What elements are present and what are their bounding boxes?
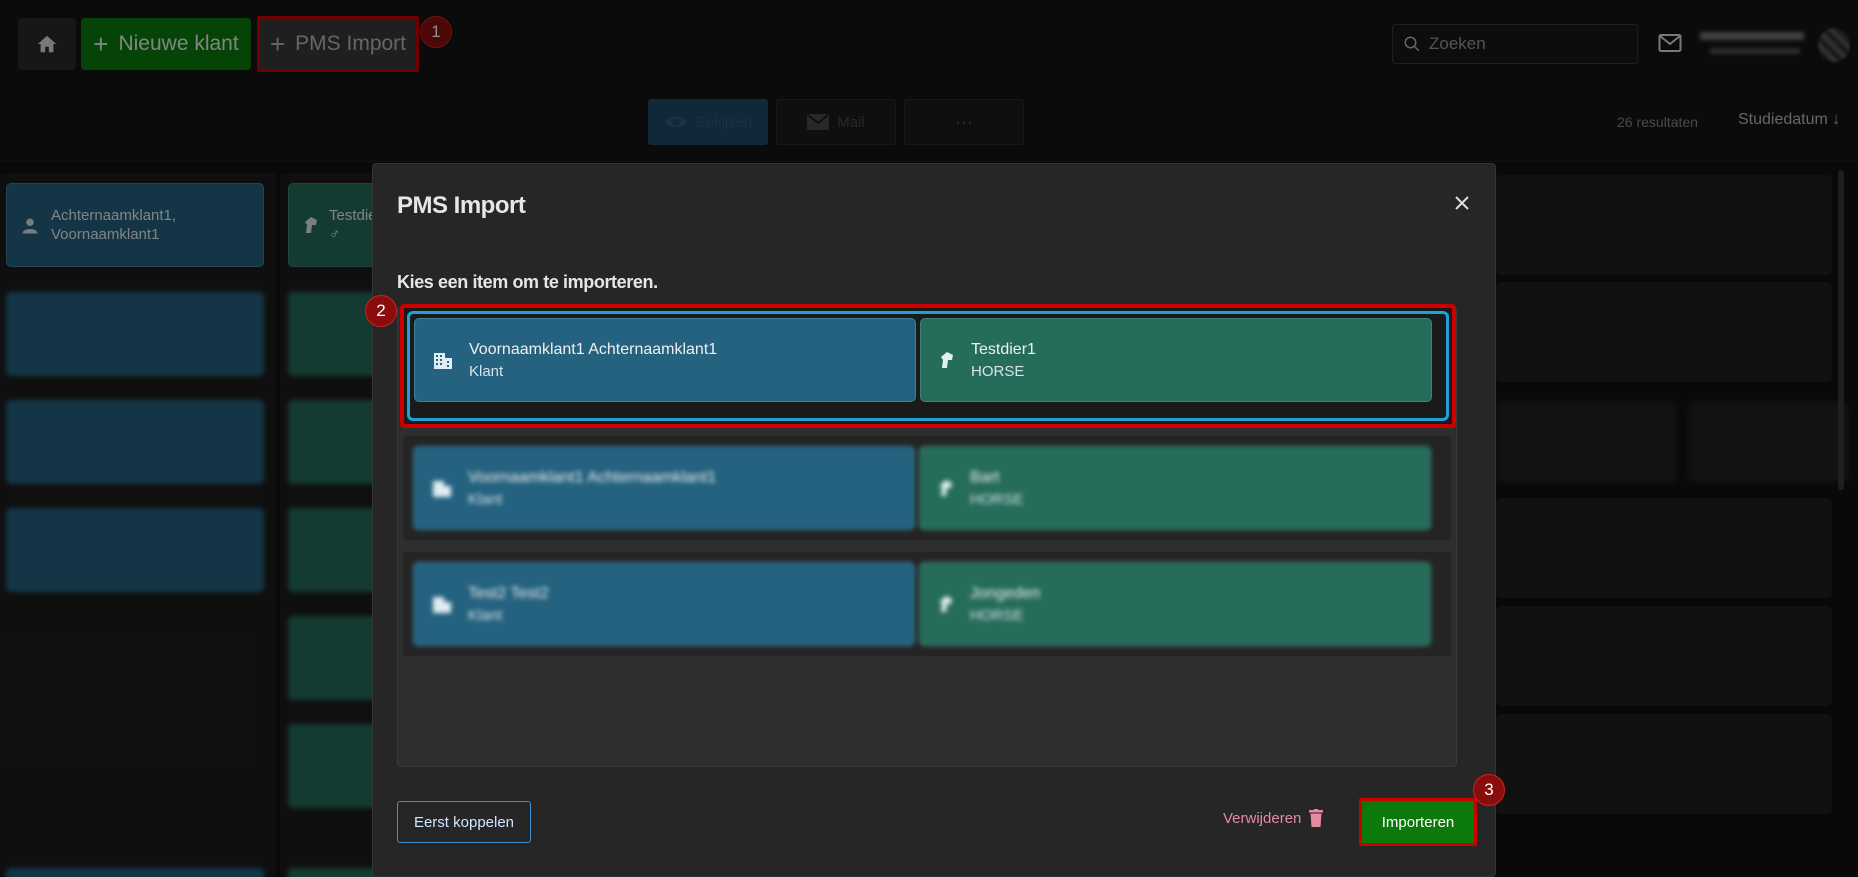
animal-item[interactable]: Bart HORSE bbox=[919, 446, 1431, 530]
trash-icon bbox=[1309, 809, 1324, 827]
dialog-instruction: Kies een item om te importeren. bbox=[397, 272, 658, 292]
import-button[interactable]: Importeren bbox=[1359, 798, 1477, 846]
animal-species: HORSE bbox=[971, 362, 1025, 380]
client-item[interactable]: Voornaamklant1 Achternaamklant1 Klant bbox=[414, 318, 916, 402]
animal-item[interactable]: Testdier1 HORSE bbox=[920, 318, 1432, 402]
dialog-title: PMS Import bbox=[397, 192, 526, 219]
client-name: Voornaamklant1 Achternaamklant1 bbox=[468, 468, 717, 486]
link-first-button[interactable]: Eerst koppelen bbox=[397, 801, 531, 843]
client-item[interactable]: Test2 Test2 Klant bbox=[413, 562, 915, 646]
building-icon bbox=[434, 353, 452, 369]
close-icon bbox=[1455, 196, 1469, 210]
client-type: Klant bbox=[468, 490, 503, 508]
import-list: Voornaamklant1 Achternaamklant1 Klant Te… bbox=[397, 304, 1457, 767]
animal-species: HORSE bbox=[970, 490, 1024, 508]
animal-name: Jongeden bbox=[970, 584, 1041, 602]
import-row-selected[interactable]: Voornaamklant1 Achternaamklant1 Klant Te… bbox=[400, 304, 1456, 428]
pms-import-dialog: PMS Import Kies een item om te importere… bbox=[365, 163, 1505, 877]
step-badge-2: 2 bbox=[365, 295, 397, 327]
building-icon bbox=[433, 481, 451, 497]
import-row[interactable]: Voornaamklant1 Achternaamklant1 Klant Ba… bbox=[403, 436, 1451, 540]
close-button[interactable] bbox=[1447, 188, 1477, 218]
client-type: Klant bbox=[469, 362, 504, 380]
horse-icon bbox=[941, 352, 953, 368]
step-badge-3: 3 bbox=[1473, 774, 1505, 806]
animal-name: Testdier1 bbox=[971, 340, 1036, 358]
client-name: Voornaamklant1 Achternaamklant1 bbox=[469, 340, 718, 358]
client-type: Klant bbox=[468, 606, 503, 624]
delete-button[interactable]: Verwijderen bbox=[1223, 809, 1324, 827]
client-item[interactable]: Voornaamklant1 Achternaamklant1 Klant bbox=[413, 446, 915, 530]
client-name: Test2 Test2 bbox=[468, 584, 549, 602]
animal-item[interactable]: Jongeden HORSE bbox=[919, 562, 1431, 646]
horse-icon bbox=[940, 596, 952, 612]
animal-species: HORSE bbox=[970, 606, 1024, 624]
import-row[interactable]: Test2 Test2 Klant Jongeden HORSE bbox=[403, 552, 1451, 656]
app-root: + Nieuwe klant + PMS Import 1 Bekijken M… bbox=[0, 0, 1858, 877]
delete-label: Verwijderen bbox=[1223, 809, 1302, 827]
horse-icon bbox=[940, 480, 952, 496]
building-icon bbox=[433, 597, 451, 613]
animal-name: Bart bbox=[970, 468, 1000, 486]
